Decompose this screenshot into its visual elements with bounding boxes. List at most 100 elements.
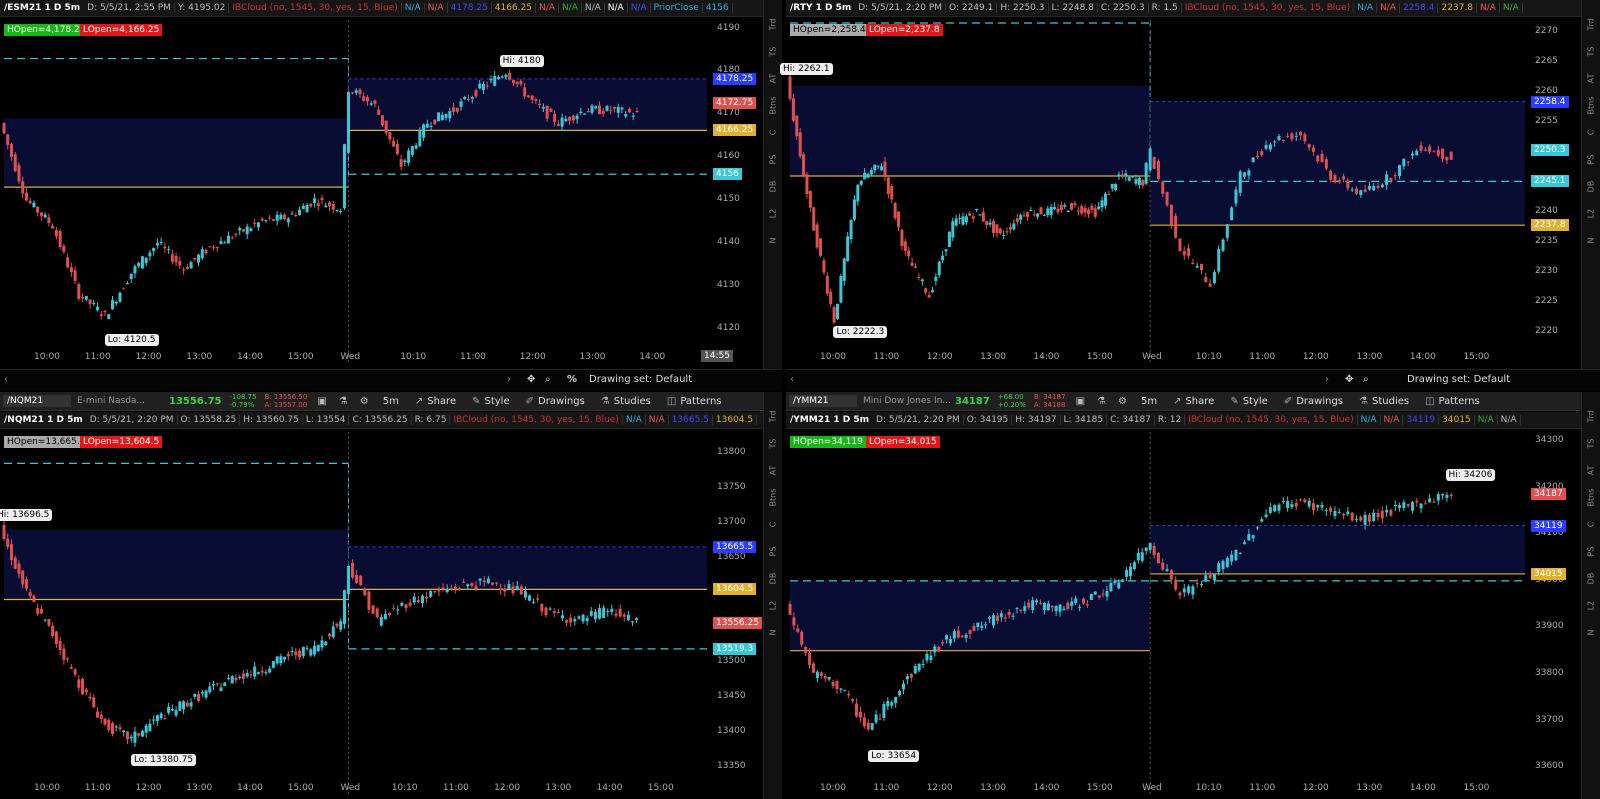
chart-panel-esm21[interactable]: /ESM21 1 D 5m D: 5/5/21, 2:55 PM Y: 4195.0…: [0, 0, 782, 390]
drawings-button[interactable]: ✐ Drawings: [518, 396, 593, 407]
candle: [111, 296, 115, 310]
grid-icon[interactable]: ▣: [311, 396, 332, 407]
candle: [1022, 211, 1026, 217]
patterns-button[interactable]: ◫ Patterns: [1417, 396, 1488, 407]
candle: [223, 240, 227, 244]
candle: [416, 596, 420, 604]
side-tab[interactable]: Btns: [1587, 489, 1596, 507]
candle: [602, 604, 606, 619]
interval-selector[interactable]: 5m: [1133, 396, 1165, 407]
zoom-icon[interactable]: ⌕: [545, 374, 551, 386]
side-tab[interactable]: C: [1587, 124, 1596, 142]
symbol-selector[interactable]: /YMM21: [789, 395, 857, 407]
side-tab[interactable]: L2: [1587, 205, 1596, 223]
side-tab[interactable]: Btns: [1587, 97, 1596, 115]
side-tab[interactable]: TS: [1587, 43, 1596, 61]
candle: [1082, 597, 1086, 605]
side-tab[interactable]: DB: [1587, 570, 1596, 588]
chart-panel-ymm21[interactable]: /YMM21 Mini Dow Jones In... 34187 +68.00 +0.…: [786, 392, 1600, 799]
side-tab[interactable]: Trd: [1587, 16, 1596, 34]
side-tab[interactable]: DB: [769, 570, 778, 588]
drawings-button[interactable]: ✐ Drawings: [1276, 396, 1351, 407]
candle: [118, 291, 122, 304]
side-tab[interactable]: PS: [769, 543, 778, 561]
side-tab[interactable]: TS: [1587, 435, 1596, 453]
side-tab[interactable]: TS: [769, 435, 778, 453]
side-tab[interactable]: L2: [769, 205, 778, 223]
grid-icon[interactable]: ▣: [1070, 396, 1091, 407]
scroll-right-icon[interactable]: ›: [1325, 374, 1329, 386]
candle: [440, 111, 444, 121]
candle: [1204, 570, 1208, 582]
side-tab[interactable]: N: [769, 232, 778, 250]
flask-icon[interactable]: ⚗: [1091, 396, 1112, 407]
side-tab[interactable]: N: [1587, 624, 1596, 642]
style-button[interactable]: ✎ Style: [464, 396, 518, 407]
side-tab[interactable]: C: [769, 124, 778, 142]
side-tab[interactable]: N: [769, 624, 778, 642]
price-axis-label: 4150: [717, 194, 740, 204]
percent-toggle[interactable]: %: [567, 374, 577, 386]
side-tab[interactable]: TS: [769, 43, 778, 61]
studies-button[interactable]: ⚗ Studies: [1351, 396, 1417, 407]
side-tab[interactable]: PS: [1587, 543, 1596, 561]
side-tab[interactable]: C: [1587, 516, 1596, 534]
pan-icon[interactable]: ✥: [1345, 374, 1353, 386]
candle: [560, 610, 564, 622]
candle: [253, 661, 257, 680]
side-tab[interactable]: AT: [1587, 462, 1596, 480]
gear-icon[interactable]: ⚙: [354, 396, 375, 407]
zoom-icon[interactable]: ⌕: [1363, 374, 1369, 386]
chart-panel-rty[interactable]: /RTY 1 D 5m D: 5/5/21, 2:20 PM O: 2249.1 H:…: [780, 0, 1600, 390]
side-tab[interactable]: AT: [769, 70, 778, 88]
scroll-left-icon[interactable]: ‹: [790, 374, 794, 386]
candle: [1225, 556, 1229, 568]
candle: [449, 584, 453, 591]
candle: [200, 246, 204, 261]
side-tab[interactable]: AT: [1587, 70, 1596, 88]
candle: [905, 674, 909, 685]
style-button[interactable]: ✎ Style: [1222, 396, 1276, 407]
candle: [1169, 569, 1173, 585]
side-tab[interactable]: C: [769, 516, 778, 534]
side-tab[interactable]: PS: [769, 151, 778, 169]
drawing-set-label[interactable]: Drawing set: Default: [1407, 374, 1510, 386]
candle: [418, 127, 422, 148]
candle: [466, 583, 470, 591]
share-button[interactable]: ↗ Share: [1165, 396, 1222, 407]
scroll-right-icon[interactable]: ›: [507, 374, 511, 386]
side-tab[interactable]: Trd: [769, 408, 778, 426]
candle: [956, 625, 960, 639]
drawing-set-label[interactable]: Drawing set: Default: [589, 374, 692, 386]
time-axis-label: 13:00: [1356, 783, 1383, 793]
candle: [234, 232, 238, 238]
candle: [1107, 190, 1111, 196]
pan-icon[interactable]: ✥: [527, 374, 535, 386]
candle: [309, 647, 313, 657]
symbol-selector[interactable]: /NQM21: [3, 395, 71, 407]
side-tab[interactable]: N: [1587, 232, 1596, 250]
side-tab[interactable]: AT: [769, 462, 778, 480]
side-tab[interactable]: L2: [1587, 597, 1596, 615]
candle: [1238, 169, 1242, 197]
scroll-left-icon[interactable]: ‹: [4, 374, 8, 386]
chart-panel-nqm21[interactable]: /NQM21 E-mini Nasda... 13556.75 -108.75 -0.7…: [0, 392, 782, 799]
time-axis-label: 10:10: [1195, 783, 1222, 793]
flask-icon[interactable]: ⚗: [333, 396, 354, 407]
side-tab[interactable]: DB: [1587, 178, 1596, 196]
side-tab[interactable]: Trd: [769, 16, 778, 34]
interval-selector[interactable]: 5m: [375, 396, 407, 407]
time-axis-label: 12:00: [135, 352, 162, 362]
side-tab[interactable]: Btns: [769, 97, 778, 115]
candle: [851, 698, 855, 704]
side-tab[interactable]: Trd: [1587, 408, 1596, 426]
gear-icon[interactable]: ⚙: [1112, 396, 1133, 407]
side-tab[interactable]: DB: [769, 178, 778, 196]
share-button[interactable]: ↗ Share: [407, 396, 464, 407]
candle: [978, 213, 982, 216]
candle: [594, 105, 598, 110]
side-tab[interactable]: PS: [1587, 151, 1596, 169]
side-tab[interactable]: Btns: [769, 489, 778, 507]
studies-button[interactable]: ⚗ Studies: [593, 396, 659, 407]
side-tab[interactable]: L2: [769, 597, 778, 615]
